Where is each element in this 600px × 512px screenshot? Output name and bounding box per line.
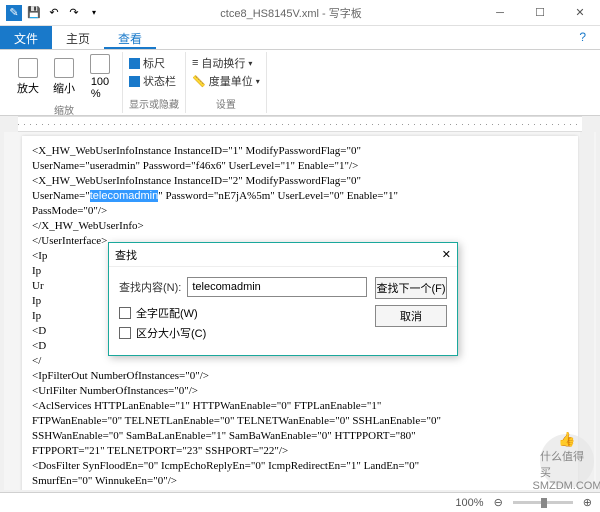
tab-file[interactable]: 文件 xyxy=(0,26,52,49)
tab-view[interactable]: 查看 xyxy=(104,26,156,49)
statusbar-checkbox[interactable]: 状态栏 xyxy=(129,72,179,90)
zoom-out-status[interactable]: ⊖ xyxy=(494,496,503,509)
undo-icon[interactable]: ↶ xyxy=(46,5,62,21)
find-dialog: 查找 ✕ 查找内容(N): 全字匹配(W) 区分大小写(C) 查找下一个(F) … xyxy=(108,242,458,356)
wrap-icon: ≡ xyxy=(192,57,198,69)
match-case-checkbox[interactable]: 区分大小写(C) xyxy=(119,325,447,341)
zoom-out-button[interactable]: 缩小 xyxy=(48,54,80,100)
title-bar: ✎ 💾 ↶ ↷ ▾ ctce8_HS8145V.xml - 写字板 ─ ☐ ✕ xyxy=(0,0,600,26)
zoom-in-button[interactable]: 放大 xyxy=(12,54,44,100)
maximize-button[interactable]: ☐ xyxy=(520,0,560,26)
zoom-100-icon xyxy=(90,54,110,74)
zoom-100-button[interactable]: 100% xyxy=(84,54,116,100)
help-icon[interactable]: ? xyxy=(565,26,600,49)
ribbon-tabs: 文件 主页 查看 ? xyxy=(0,26,600,50)
redo-icon[interactable]: ↷ xyxy=(66,5,82,21)
save-icon[interactable]: 💾 xyxy=(26,5,42,21)
zoom-in-status[interactable]: ⊕ xyxy=(583,496,592,509)
zoom-level: 100% xyxy=(455,497,483,509)
wordwrap-button[interactable]: ≡自动换行▾ xyxy=(192,54,260,72)
group-zoom-label: 缩放 xyxy=(12,102,116,117)
zoom-slider[interactable] xyxy=(513,501,573,504)
find-input[interactable] xyxy=(187,277,367,297)
watermark: 👍 什么值得买 SMZDM.COM xyxy=(540,434,594,488)
qat-dropdown-icon[interactable]: ▾ xyxy=(86,5,102,21)
tab-home[interactable]: 主页 xyxy=(52,26,104,49)
vertical-scrollbar[interactable] xyxy=(580,132,594,490)
group-settings-label: 设置 xyxy=(192,96,260,111)
ruler-icon: 📏 xyxy=(192,75,206,88)
ruler[interactable] xyxy=(18,116,582,132)
close-button[interactable]: ✕ xyxy=(560,0,600,26)
window-title: ctce8_HS8145V.xml - 写字板 xyxy=(102,5,480,21)
ruler-checkbox[interactable]: 标尺 xyxy=(129,54,179,72)
dialog-close-icon[interactable]: ✕ xyxy=(442,248,451,261)
dialog-title: 查找 xyxy=(115,247,137,263)
ribbon: 放大 缩小 100% 缩放 标尺 状态栏 显示或隐藏 ≡自动换行▾ 📏度量单位▾… xyxy=(0,50,600,116)
zoom-in-icon xyxy=(18,58,38,78)
app-icon: ✎ xyxy=(6,5,22,21)
units-button[interactable]: 📏度量单位▾ xyxy=(192,72,260,90)
minimize-button[interactable]: ─ xyxy=(480,0,520,26)
cancel-button[interactable]: 取消 xyxy=(375,305,447,327)
zoom-out-icon xyxy=(54,58,74,78)
find-next-button[interactable]: 查找下一个(F) xyxy=(375,277,447,299)
find-label: 查找内容(N): xyxy=(119,279,181,295)
group-showhide-label: 显示或隐藏 xyxy=(129,96,179,111)
status-bar: 100% ⊖ ⊕ xyxy=(0,492,600,512)
